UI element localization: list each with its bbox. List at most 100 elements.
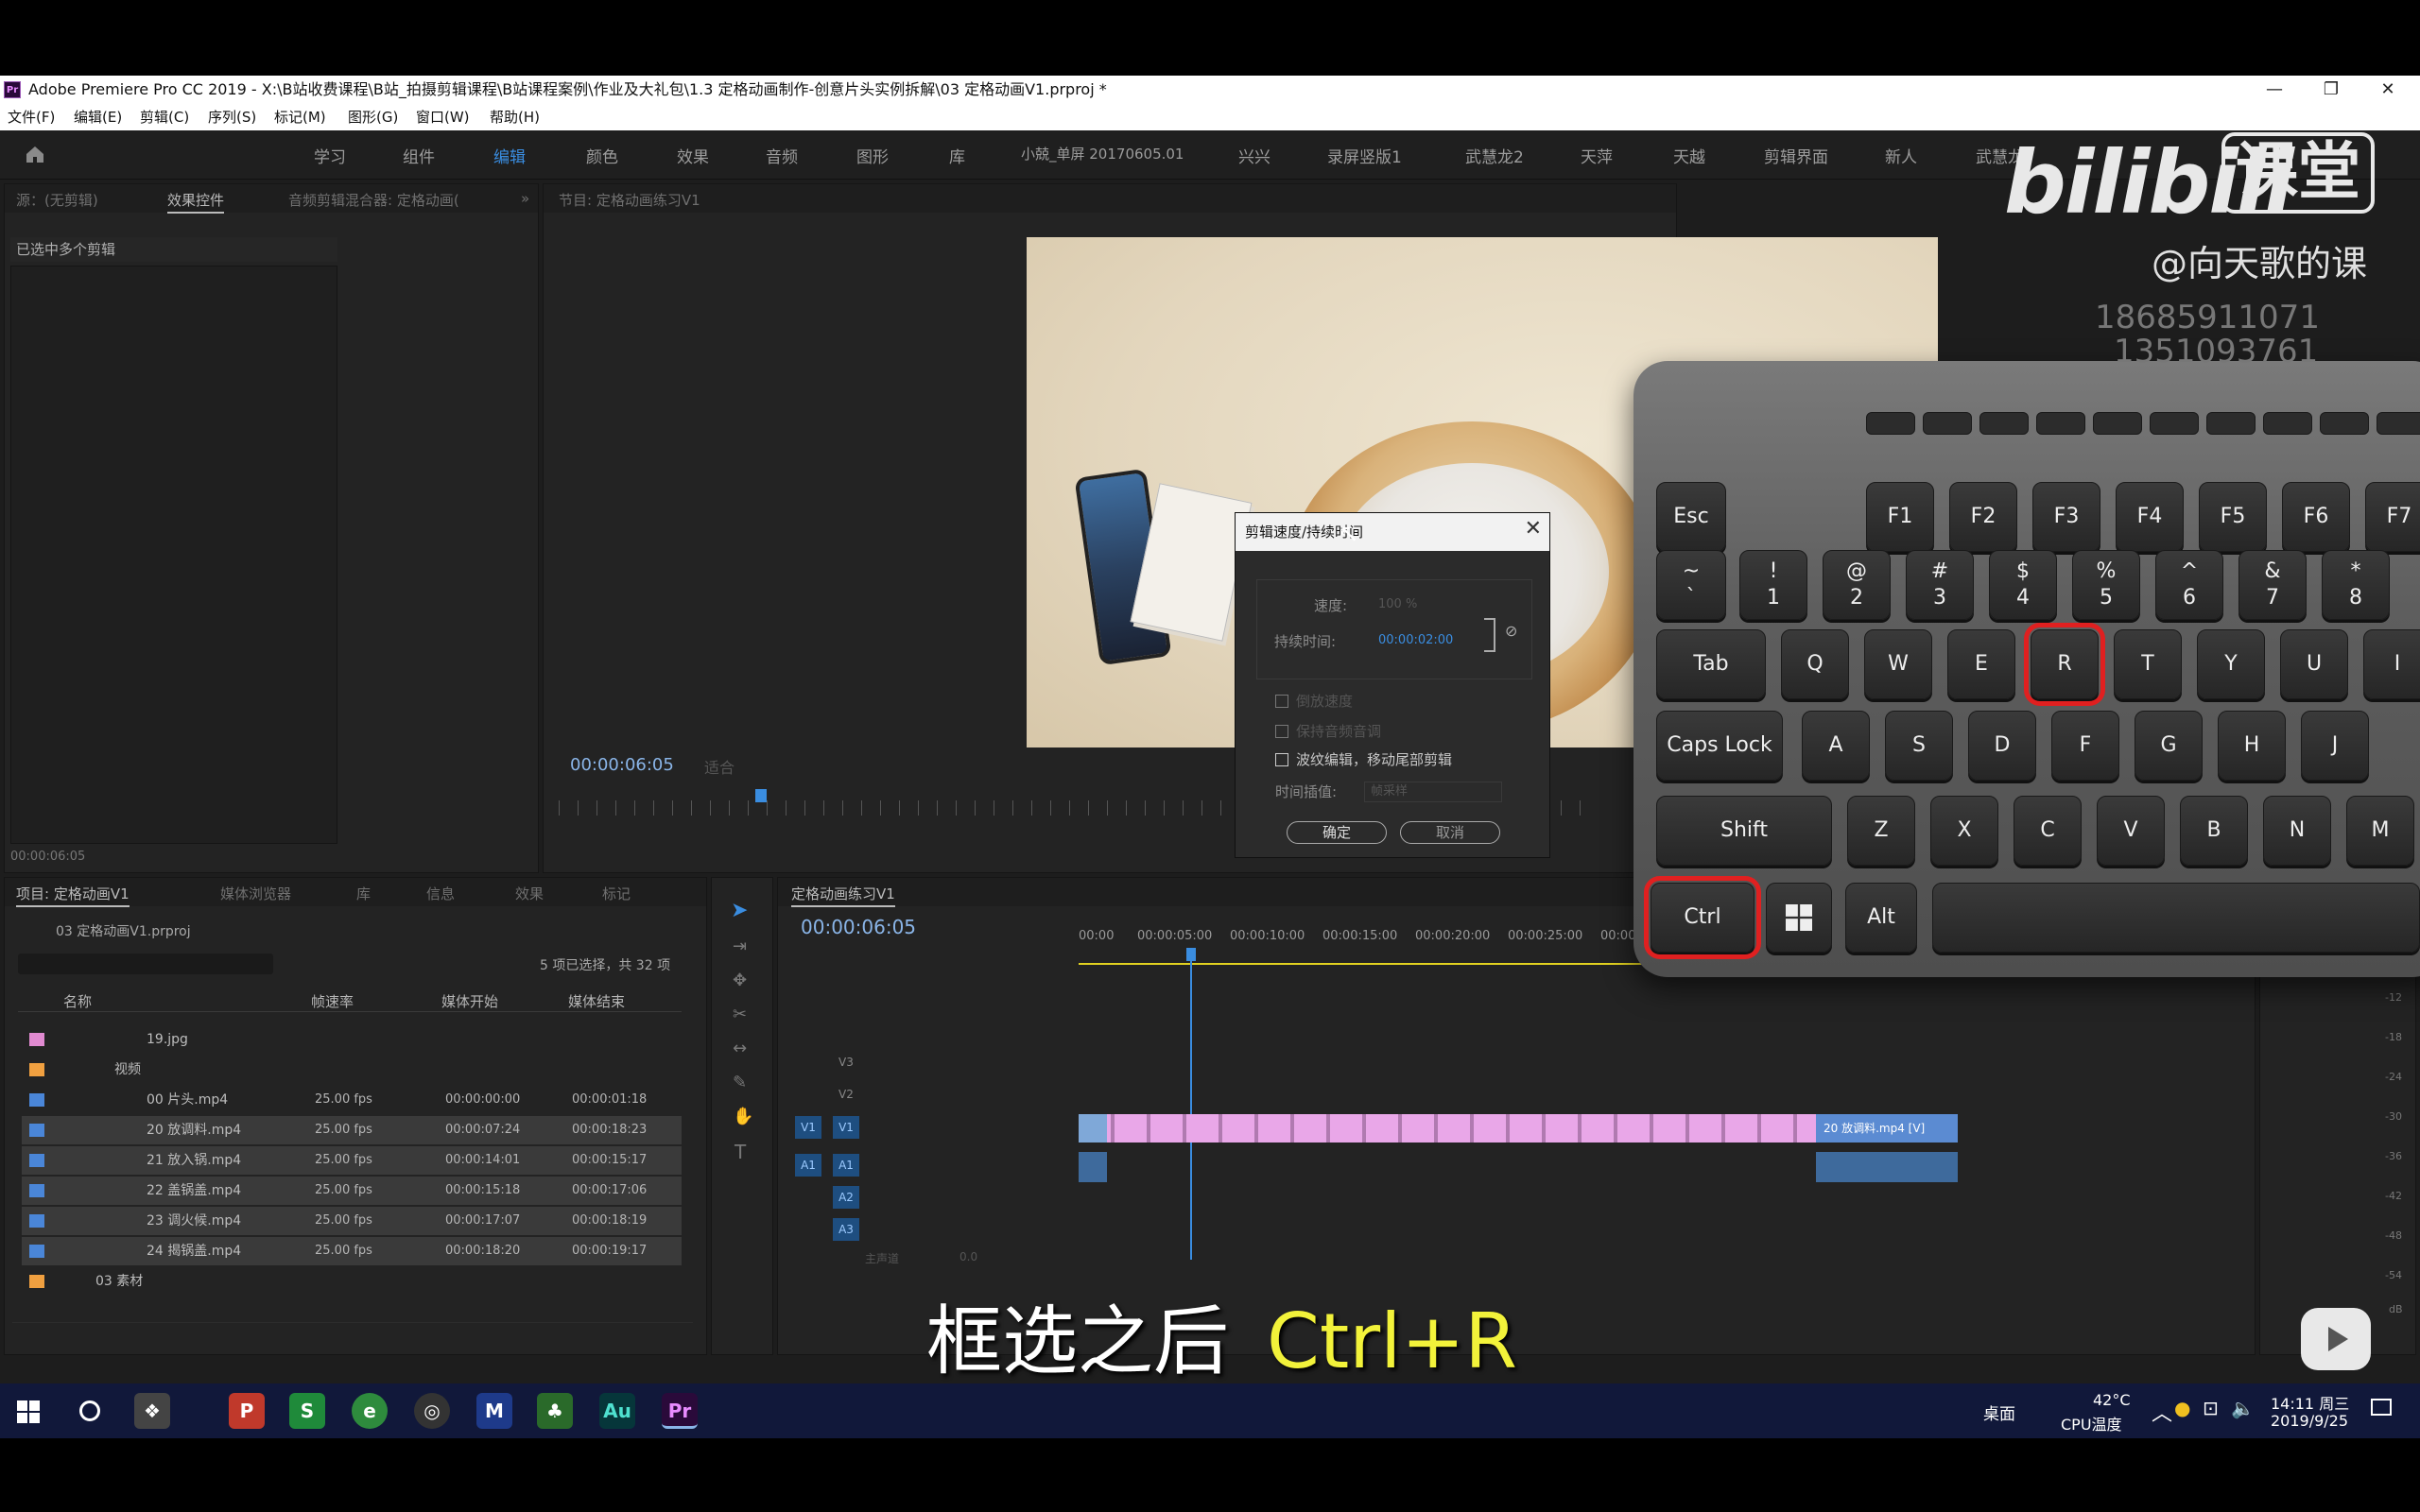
project-list-item[interactable]: 03 素材 — [22, 1267, 682, 1296]
tab-info[interactable]: 信息 — [426, 884, 455, 903]
slip-tool-icon[interactable]: ↔ — [733, 1039, 747, 1058]
workspace-tab-active[interactable]: 编辑 — [493, 144, 526, 167]
menu-help[interactable]: 帮助(H) — [490, 104, 540, 130]
a1-clip[interactable] — [1816, 1152, 1958, 1182]
workspace-tab[interactable]: 剪辑界面 — [1764, 144, 1828, 167]
workspace-tab[interactable]: 小兢_单屏 20170605.01 — [1021, 144, 1184, 163]
link-chain-icon[interactable]: ⊘ — [1505, 622, 1517, 640]
type-tool-icon[interactable]: T — [735, 1141, 746, 1163]
keep-pitch-checkbox[interactable] — [1275, 725, 1288, 738]
track-a2-label[interactable]: A2 — [833, 1186, 859, 1209]
minimize-button[interactable]: — — [2257, 76, 2291, 104]
col-fps[interactable]: 帧速率 — [311, 991, 354, 1011]
tab-program[interactable]: 节目: 定格动画练习V1 — [559, 190, 700, 210]
label-color-swatch[interactable] — [29, 1033, 44, 1046]
razor-tool-icon[interactable]: ✂ — [733, 1005, 747, 1024]
workspace-tab[interactable]: 组件 — [403, 144, 435, 167]
label-color-swatch[interactable] — [29, 1093, 44, 1107]
tab-libraries[interactable]: 库 — [356, 884, 371, 903]
tab-project[interactable]: 项目: 定格动画V1 — [16, 884, 130, 907]
workspace-tab[interactable]: 天萍 — [1581, 144, 1613, 167]
label-color-swatch[interactable] — [29, 1154, 44, 1167]
label-color-swatch[interactable] — [29, 1214, 44, 1228]
taskbar-app-icon[interactable]: ❖ — [134, 1393, 170, 1429]
timeline-timecode[interactable]: 00:00:06:05 — [801, 916, 916, 938]
home-icon[interactable] — [25, 144, 45, 164]
audition-icon[interactable]: Au — [599, 1393, 635, 1429]
menu-graphics[interactable]: 图形(G) — [348, 104, 398, 130]
ok-button[interactable]: 确定 — [1287, 821, 1387, 844]
ripple-checkbox[interactable] — [1275, 753, 1288, 766]
premiere-taskbar-icon[interactable]: Pr — [662, 1393, 698, 1429]
workspace-tab[interactable]: 天越 — [1673, 144, 1705, 167]
tab-media-browser[interactable]: 媒体浏览器 — [220, 884, 291, 903]
cancel-button[interactable]: 取消 — [1400, 821, 1500, 844]
sheets-icon[interactable]: S — [289, 1393, 325, 1429]
workspace-tab[interactable]: 武慧龙2 — [1465, 144, 1524, 167]
label-color-swatch[interactable] — [29, 1184, 44, 1197]
interp-dropdown[interactable]: 帧采样 — [1364, 782, 1502, 802]
powerpoint-icon[interactable]: P — [229, 1393, 265, 1429]
track-a1-label[interactable]: A1 — [833, 1154, 859, 1177]
network-icon[interactable]: ⊡ — [2203, 1397, 2219, 1419]
windows-start-icon[interactable] — [17, 1400, 40, 1423]
project-list-item[interactable]: 00 片头.mp4 25.00 fps 00:00:00:00 00:00:01:18 — [22, 1086, 682, 1114]
program-timecode[interactable]: 00:00:06:05 — [570, 755, 674, 775]
project-list-item[interactable]: 22 盖锅盖.mp4 25.00 fps 00:00:15:18 00:00:17:0… — [22, 1177, 682, 1205]
search-circle-icon[interactable] — [79, 1400, 100, 1421]
menu-edit[interactable]: 编辑(E) — [74, 104, 122, 130]
clock-time[interactable]: 14:11 周三 — [2271, 1391, 2349, 1414]
workspace-tab[interactable]: 音频 — [766, 144, 798, 167]
workspace-tab[interactable]: 录屏竖版1 — [1327, 144, 1402, 167]
a1-clip-first[interactable] — [1079, 1152, 1107, 1182]
workspace-tab[interactable]: 兴兴 — [1238, 144, 1270, 167]
track-a3-label[interactable]: A3 — [833, 1218, 859, 1241]
tab-timeline[interactable]: 定格动画练习V1 — [791, 884, 895, 907]
v1-clip-first[interactable] — [1079, 1114, 1107, 1143]
hand-tool-icon[interactable]: ✋ — [733, 1107, 753, 1126]
timeline-playhead[interactable] — [1190, 948, 1192, 1260]
media-app-icon[interactable]: M — [476, 1393, 512, 1429]
ripple-tool-icon[interactable]: ✥ — [733, 971, 747, 990]
tab-markers[interactable]: 标记 — [602, 884, 631, 903]
project-list-item[interactable]: 23 调火候.mp4 25.00 fps 00:00:17:07 00:00:18:1… — [22, 1207, 682, 1235]
menu-sequence[interactable]: 序列(S) — [208, 104, 256, 130]
workspace-tab[interactable]: 新人 — [1885, 144, 1917, 167]
workspace-tab[interactable]: 学习 — [314, 144, 346, 167]
workspace-tab[interactable]: 图形 — [856, 144, 889, 167]
workspace-tab[interactable]: 颜色 — [586, 144, 618, 167]
playhead-handle[interactable] — [1186, 948, 1196, 961]
col-media-start[interactable]: 媒体开始 — [441, 991, 498, 1011]
clock-date[interactable]: 2019/9/25 — [2271, 1412, 2348, 1430]
project-list-item[interactable]: 24 揭锅盖.mp4 25.00 fps 00:00:18:20 00:00:19:1… — [22, 1237, 682, 1265]
track-v1-label[interactable]: V1 — [833, 1116, 859, 1139]
col-name[interactable]: 名称 — [63, 991, 92, 1011]
program-playhead[interactable] — [755, 789, 767, 802]
restore-button[interactable]: ❐ — [2314, 76, 2348, 104]
notification-icon[interactable] — [2371, 1399, 2392, 1416]
project-list-item[interactable]: 21 放入锅.mp4 25.00 fps 00:00:14:01 00:00:15:1… — [22, 1146, 682, 1175]
track-select-tool-icon[interactable]: ⇥ — [733, 936, 747, 956]
project-search-input[interactable] — [18, 954, 273, 974]
tab-effect-controls[interactable]: 效果控件 — [167, 190, 225, 214]
panel-menu-icon[interactable]: » — [521, 190, 529, 207]
volume-icon[interactable]: 🔈 — [2231, 1397, 2255, 1419]
tray-chevron-icon[interactable]: ︿ — [2152, 1397, 2172, 1427]
pen-tool-icon[interactable]: ✎ — [733, 1073, 747, 1092]
fit-dropdown[interactable]: 适合 — [704, 755, 803, 777]
browser-icon[interactable]: e — [352, 1393, 388, 1429]
workspace-tab[interactable]: 库 — [949, 144, 965, 167]
desktop-toolbar[interactable]: 桌面 — [1983, 1400, 2015, 1424]
a1-source-patch[interactable]: A1 — [795, 1154, 821, 1177]
label-color-swatch[interactable] — [29, 1124, 44, 1137]
tab-effects[interactable]: 效果 — [515, 884, 544, 903]
tab-source[interactable]: 源：(无剪辑) — [16, 190, 98, 210]
menu-clip[interactable]: 剪辑(C) — [140, 104, 189, 130]
reverse-checkbox[interactable] — [1275, 695, 1288, 708]
dialog-close-icon[interactable]: ✕ — [1525, 517, 1542, 541]
selection-tool-icon[interactable]: ➤ — [731, 899, 748, 922]
obs-icon[interactable]: ◎ — [414, 1393, 450, 1429]
v1-clip-selected[interactable]: 20 放调料.mp4 [V] — [1816, 1114, 1958, 1143]
bilibili-play-button[interactable] — [2301, 1308, 2371, 1370]
label-color-swatch[interactable] — [29, 1275, 44, 1288]
